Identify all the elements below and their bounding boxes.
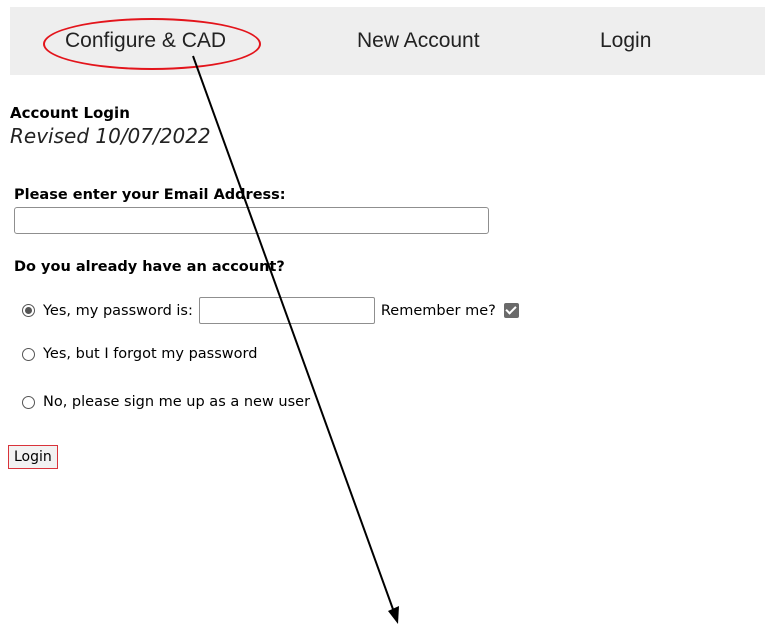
annotation-arrow-line [192, 55, 395, 613]
option-new-user-row: No, please sign me up as a new user [22, 394, 310, 410]
option-has-password-row: Yes, my password is: Remember me? [22, 297, 519, 324]
nav-login-link[interactable]: Login [600, 29, 651, 53]
nav-new-account-link[interactable]: New Account [357, 29, 480, 53]
revised-date-text: Revised 10/07/2022 [10, 124, 211, 148]
account-question-label: Do you already have an account? [14, 259, 285, 275]
page-title: Account Login [10, 104, 130, 122]
radio-forgot-password[interactable] [22, 347, 35, 361]
option-forgot-password-row: Yes, but I forgot my password [22, 346, 257, 362]
radio-forgot-password-label: Yes, but I forgot my password [43, 346, 258, 362]
password-input[interactable] [198, 297, 375, 324]
radio-new-user[interactable] [22, 395, 35, 409]
annotation-arrow-head [388, 606, 399, 624]
remember-me-checkbox[interactable] [503, 303, 519, 318]
top-navigation-bar: Configure & CAD New Account Login [10, 7, 765, 75]
radio-new-user-label: No, please sign me up as a new user [43, 394, 311, 410]
radio-has-password[interactable] [22, 304, 35, 317]
login-button[interactable]: Login [8, 445, 58, 469]
radio-has-password-label: Yes, my password is: [43, 302, 193, 319]
email-label: Please enter your Email Address: [14, 187, 286, 203]
remember-me-label: Remember me? [380, 302, 496, 319]
nav-configure-cad-link[interactable]: Configure & CAD [65, 29, 226, 53]
email-input[interactable] [14, 207, 489, 234]
